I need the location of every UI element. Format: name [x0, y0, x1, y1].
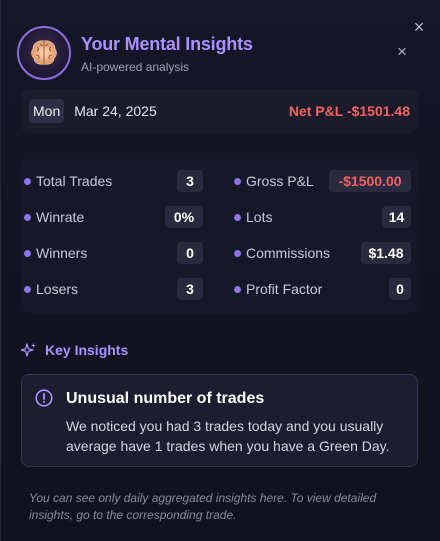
day-badge: Mon [29, 99, 65, 123]
bullet-dot-icon [234, 285, 241, 293]
stat-label: Winrate [36, 209, 85, 225]
page-title: Your Mental Insights [81, 34, 253, 54]
bullet-dot-icon [234, 177, 241, 185]
close-icon[interactable]: × [410, 18, 428, 36]
stat-label: Gross P&L [246, 173, 314, 189]
stat-label: Total Trades [36, 173, 113, 189]
stat-value: 3 [177, 278, 203, 300]
key-insights-header: Key Insights [21, 342, 128, 358]
bullet-dot-icon [24, 285, 31, 293]
stat-gross-pnl: Gross P&L [234, 170, 314, 192]
stat-value: 14 [382, 206, 411, 228]
stat-value: 0 [177, 242, 203, 264]
page-subtitle: AI-powered analysis [81, 60, 190, 74]
bullet-dot-icon [234, 213, 241, 221]
stat-profit-factor: Profit Factor [234, 278, 322, 300]
section-title: Key Insights [45, 342, 129, 358]
stat-label: Commissions [246, 245, 331, 261]
stat-commissions: Commissions [234, 242, 330, 264]
stat-label: Losers [36, 281, 79, 297]
brain-avatar [17, 26, 71, 80]
stat-label: Lots [246, 209, 273, 225]
stat-winrate: Winrate [24, 206, 84, 228]
stat-value: 0 [389, 278, 411, 300]
stat-losers: Losers [24, 278, 78, 300]
insight-body: We noticed you had 3 trades today and yo… [66, 418, 390, 454]
footnote: You can see only daily aggregated insigh… [29, 491, 377, 522]
stat-value: $1.48 [361, 242, 411, 264]
stat-value: -$1500.00 [329, 170, 411, 192]
bullet-dot-icon [24, 177, 31, 185]
date-bar: Mon Mar 24, 2025 Net P&L -$1501.48 [21, 89, 418, 133]
stat-label: Winners [36, 245, 88, 261]
insights-panel: × Your Mental Insights AI-powered analys… [0, 0, 440, 541]
insight-card: Unusual number of trades We noticed you … [21, 374, 418, 467]
stat-winners: Winners [24, 242, 87, 264]
bullet-dot-icon [24, 249, 31, 257]
info-circle-icon [35, 389, 53, 407]
stat-value: 3 [177, 170, 203, 192]
brain-icon [31, 40, 57, 65]
stat-total-trades: Total Trades [24, 170, 112, 192]
insight-title: Unusual number of trades [66, 390, 265, 407]
bullet-dot-icon [234, 249, 241, 257]
stat-label: Profit Factor [246, 281, 323, 297]
net-pnl: Net P&L -$1501.48 [288, 103, 410, 119]
stat-lots: Lots [234, 206, 272, 228]
sparkle-icon [21, 343, 36, 357]
date-label: Mar 24, 2025 [74, 103, 157, 119]
stats-grid: Total Trades 3 Winrate 0% Winners 0 Lose… [21, 157, 418, 313]
stat-value: 0% [165, 206, 203, 228]
close-icon[interactable]: × [394, 43, 410, 60]
bullet-dot-icon [24, 213, 31, 221]
